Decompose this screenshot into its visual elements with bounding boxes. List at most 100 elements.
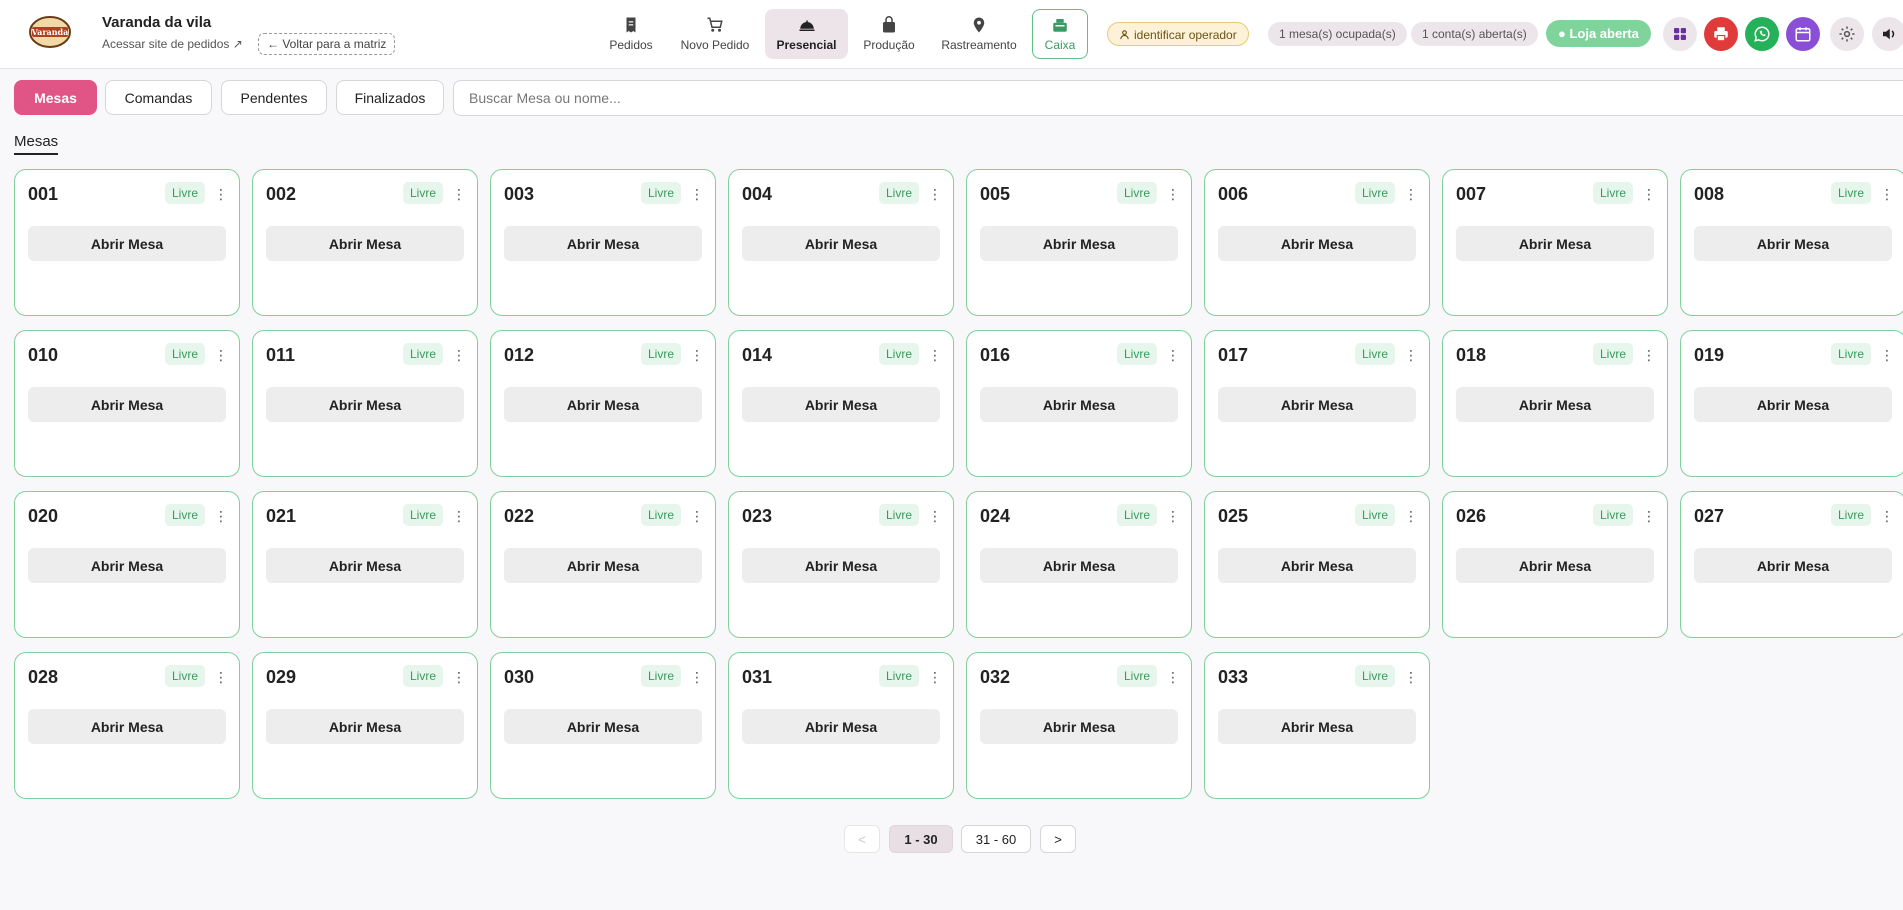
table-card[interactable]: 004 Livre ⋮ Abrir Mesa xyxy=(728,169,954,316)
table-card[interactable]: 006 Livre ⋮ Abrir Mesa xyxy=(1204,169,1430,316)
more-options-icon[interactable]: ⋮ xyxy=(1166,668,1180,686)
more-options-icon[interactable]: ⋮ xyxy=(452,346,466,364)
more-options-icon[interactable]: ⋮ xyxy=(214,185,228,203)
table-card[interactable]: 025 Livre ⋮ Abrir Mesa xyxy=(1204,491,1430,638)
table-card[interactable]: 028 Livre ⋮ Abrir Mesa xyxy=(14,652,240,799)
open-table-button[interactable]: Abrir Mesa xyxy=(1694,226,1892,261)
table-card[interactable]: 022 Livre ⋮ Abrir Mesa xyxy=(490,491,716,638)
nav-producao[interactable]: Produção xyxy=(857,9,921,59)
more-options-icon[interactable]: ⋮ xyxy=(1166,507,1180,525)
more-options-icon[interactable]: ⋮ xyxy=(928,185,942,203)
open-table-button[interactable]: Abrir Mesa xyxy=(980,709,1178,744)
more-options-icon[interactable]: ⋮ xyxy=(214,507,228,525)
search-input[interactable] xyxy=(453,80,1903,116)
table-card[interactable]: 019 Livre ⋮ Abrir Mesa xyxy=(1680,330,1903,477)
nav-rastreamento[interactable]: Rastreamento xyxy=(937,9,1021,59)
open-table-button[interactable]: Abrir Mesa xyxy=(1218,709,1416,744)
table-card[interactable]: 003 Livre ⋮ Abrir Mesa xyxy=(490,169,716,316)
pagination-next[interactable]: > xyxy=(1040,825,1076,853)
open-table-button[interactable]: Abrir Mesa xyxy=(28,548,226,583)
more-options-icon[interactable]: ⋮ xyxy=(452,185,466,203)
table-card[interactable]: 026 Livre ⋮ Abrir Mesa xyxy=(1442,491,1668,638)
open-table-button[interactable]: Abrir Mesa xyxy=(28,387,226,422)
table-card[interactable]: 030 Livre ⋮ Abrir Mesa xyxy=(490,652,716,799)
accounts-open-badge[interactable]: 1 conta(s) aberta(s) xyxy=(1411,22,1538,46)
back-to-matrix-button[interactable]: ← Voltar para a matriz xyxy=(258,33,396,55)
open-table-button[interactable]: Abrir Mesa xyxy=(266,548,464,583)
table-card[interactable]: 017 Livre ⋮ Abrir Mesa xyxy=(1204,330,1430,477)
apps-button[interactable] xyxy=(1663,17,1697,51)
table-card[interactable]: 007 Livre ⋮ Abrir Mesa xyxy=(1442,169,1668,316)
table-card[interactable]: 029 Livre ⋮ Abrir Mesa xyxy=(252,652,478,799)
tab-pendentes[interactable]: Pendentes xyxy=(221,80,327,115)
more-options-icon[interactable]: ⋮ xyxy=(690,668,704,686)
more-options-icon[interactable]: ⋮ xyxy=(690,507,704,525)
nav-pedidos[interactable]: Pedidos xyxy=(599,9,663,59)
open-table-button[interactable]: Abrir Mesa xyxy=(980,387,1178,422)
open-table-button[interactable]: Abrir Mesa xyxy=(742,226,940,261)
store-site-link[interactable]: Acessar site de pedidos ↗ xyxy=(102,37,243,51)
more-options-icon[interactable]: ⋮ xyxy=(1880,185,1894,203)
table-card[interactable]: 010 Livre ⋮ Abrir Mesa xyxy=(14,330,240,477)
more-options-icon[interactable]: ⋮ xyxy=(1880,346,1894,364)
open-table-button[interactable]: Abrir Mesa xyxy=(980,226,1178,261)
more-options-icon[interactable]: ⋮ xyxy=(928,507,942,525)
table-card[interactable]: 011 Livre ⋮ Abrir Mesa xyxy=(252,330,478,477)
sound-button[interactable] xyxy=(1872,17,1903,51)
open-table-button[interactable]: Abrir Mesa xyxy=(1694,387,1892,422)
open-table-button[interactable]: Abrir Mesa xyxy=(1456,387,1654,422)
more-options-icon[interactable]: ⋮ xyxy=(1642,185,1656,203)
nav-caixa[interactable]: Caixa xyxy=(1032,9,1088,59)
nav-novo-pedido[interactable]: Novo Pedido xyxy=(673,9,757,59)
table-card[interactable]: 012 Livre ⋮ Abrir Mesa xyxy=(490,330,716,477)
more-options-icon[interactable]: ⋮ xyxy=(1166,185,1180,203)
identify-operator-button[interactable]: identificar operador xyxy=(1107,22,1249,46)
table-card[interactable]: 002 Livre ⋮ Abrir Mesa xyxy=(252,169,478,316)
table-card[interactable]: 014 Livre ⋮ Abrir Mesa xyxy=(728,330,954,477)
table-card[interactable]: 031 Livre ⋮ Abrir Mesa xyxy=(728,652,954,799)
open-table-button[interactable]: Abrir Mesa xyxy=(742,709,940,744)
open-table-button[interactable]: Abrir Mesa xyxy=(266,226,464,261)
more-options-icon[interactable]: ⋮ xyxy=(1642,346,1656,364)
open-table-button[interactable]: Abrir Mesa xyxy=(1218,548,1416,583)
open-table-button[interactable]: Abrir Mesa xyxy=(504,387,702,422)
table-card[interactable]: 001 Livre ⋮ Abrir Mesa xyxy=(14,169,240,316)
open-table-button[interactable]: Abrir Mesa xyxy=(1694,548,1892,583)
open-table-button[interactable]: Abrir Mesa xyxy=(266,387,464,422)
nav-presencial[interactable]: Presencial xyxy=(765,9,848,59)
table-card[interactable]: 024 Livre ⋮ Abrir Mesa xyxy=(966,491,1192,638)
table-card[interactable]: 016 Livre ⋮ Abrir Mesa xyxy=(966,330,1192,477)
more-options-icon[interactable]: ⋮ xyxy=(928,346,942,364)
more-options-icon[interactable]: ⋮ xyxy=(1404,346,1418,364)
more-options-icon[interactable]: ⋮ xyxy=(1404,507,1418,525)
table-card[interactable]: 008 Livre ⋮ Abrir Mesa xyxy=(1680,169,1903,316)
tab-comandas[interactable]: Comandas xyxy=(105,80,212,115)
pagination-page-2[interactable]: 31 - 60 xyxy=(961,825,1031,853)
table-card[interactable]: 020 Livre ⋮ Abrir Mesa xyxy=(14,491,240,638)
open-table-button[interactable]: Abrir Mesa xyxy=(266,709,464,744)
more-options-icon[interactable]: ⋮ xyxy=(690,346,704,364)
more-options-icon[interactable]: ⋮ xyxy=(1404,668,1418,686)
table-card[interactable]: 005 Livre ⋮ Abrir Mesa xyxy=(966,169,1192,316)
tab-finalizados[interactable]: Finalizados xyxy=(336,80,444,115)
open-table-button[interactable]: Abrir Mesa xyxy=(504,226,702,261)
settings-button[interactable] xyxy=(1830,17,1864,51)
tab-mesas[interactable]: Mesas xyxy=(14,80,97,115)
more-options-icon[interactable]: ⋮ xyxy=(452,668,466,686)
table-card[interactable]: 027 Livre ⋮ Abrir Mesa xyxy=(1680,491,1903,638)
table-card[interactable]: 033 Livre ⋮ Abrir Mesa xyxy=(1204,652,1430,799)
open-table-button[interactable]: Abrir Mesa xyxy=(980,548,1178,583)
more-options-icon[interactable]: ⋮ xyxy=(214,346,228,364)
table-card[interactable]: 021 Livre ⋮ Abrir Mesa xyxy=(252,491,478,638)
more-options-icon[interactable]: ⋮ xyxy=(928,668,942,686)
open-table-button[interactable]: Abrir Mesa xyxy=(1456,226,1654,261)
more-options-icon[interactable]: ⋮ xyxy=(452,507,466,525)
calendar-button[interactable] xyxy=(1786,17,1820,51)
more-options-icon[interactable]: ⋮ xyxy=(690,185,704,203)
open-table-button[interactable]: Abrir Mesa xyxy=(504,548,702,583)
pagination-page-1[interactable]: 1 - 30 xyxy=(889,825,953,853)
open-table-button[interactable]: Abrir Mesa xyxy=(742,387,940,422)
more-options-icon[interactable]: ⋮ xyxy=(1166,346,1180,364)
open-table-button[interactable]: Abrir Mesa xyxy=(28,709,226,744)
tables-occupied-badge[interactable]: 1 mesa(s) ocupada(s) xyxy=(1268,22,1407,46)
